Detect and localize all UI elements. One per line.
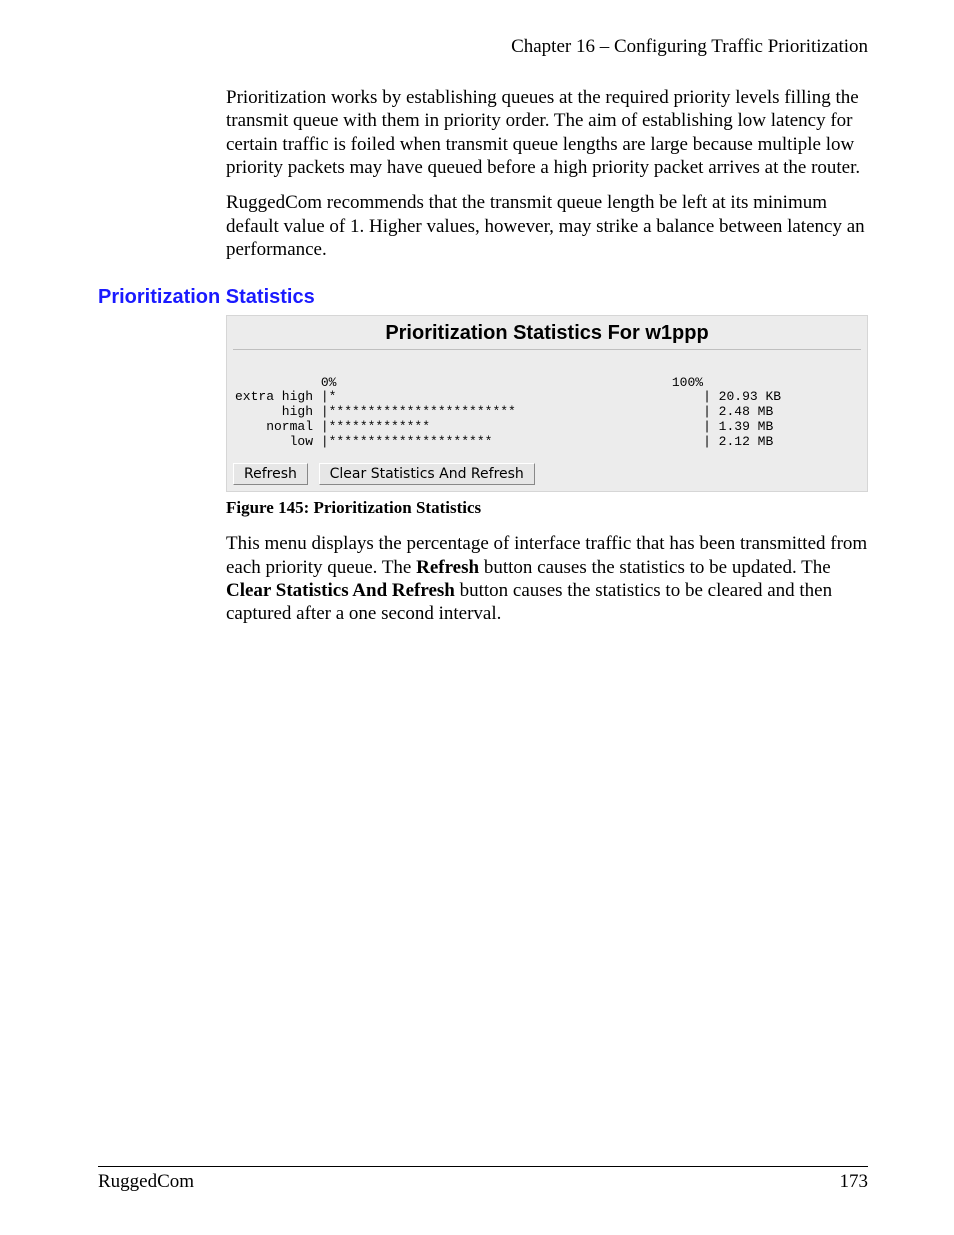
clear-button[interactable]: Clear Statistics And Refresh [319,463,535,485]
page: Chapter 16 – Configuring Traffic Priorit… [0,0,954,1235]
page-footer: RuggedCom 173 [98,1166,868,1193]
clear-bold: Clear Statistics And Refresh [226,580,455,601]
paragraph-2: RuggedCom recommends that the transmit q… [226,191,868,261]
refresh-button[interactable]: Refresh [233,463,308,485]
button-row: Refresh Clear Statistics And Refresh [227,462,867,491]
chapter-header: Chapter 16 – Configuring Traffic Priorit… [98,36,868,58]
section-heading: Prioritization Statistics [98,286,868,309]
footer-right: 173 [840,1171,869,1193]
figure-caption: Figure 145: Prioritization Statistics [226,498,868,518]
paragraph-3: This menu displays the percentage of int… [226,532,868,625]
body-content: Prioritization works by establishing que… [226,86,868,262]
stats-panel: Prioritization Statistics For w1ppp 0% 1… [226,315,868,493]
body-content-2: This menu displays the percentage of int… [226,532,868,625]
panel-title: Prioritization Statistics For w1ppp [233,316,861,350]
stats-chart: 0% 100% extra high |* | 20.93 KB high |*… [227,350,867,463]
refresh-bold: Refresh [416,557,479,578]
footer-left: RuggedCom [98,1171,194,1193]
text: button causes the statistics to be updat… [479,557,831,578]
paragraph-1: Prioritization works by establishing que… [226,86,868,179]
